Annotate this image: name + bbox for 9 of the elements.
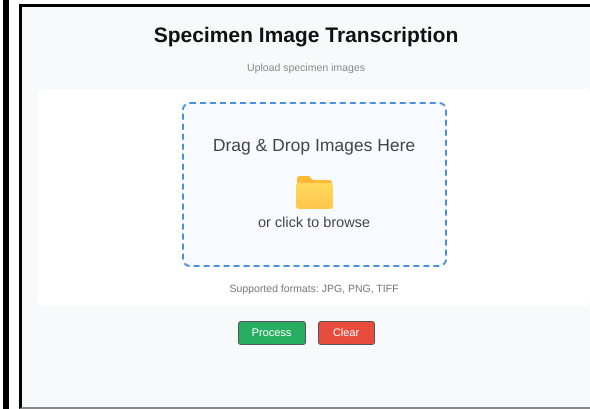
subtitle: Upload specimen images [247, 61, 365, 76]
browse-hint: or click to browse [258, 214, 370, 234]
drop-heading: Drag & Drop Images Here [212, 134, 416, 157]
drop-zone[interactable]: Drag & Drop Images Here or click to browse [182, 102, 446, 267]
folder-icon [296, 176, 332, 210]
formats-note: Supported formats: JPG, PNG, TIFF [229, 282, 399, 297]
process-button[interactable]: Process [238, 320, 306, 346]
page-title: Specimen Image Transcription [154, 23, 458, 48]
clear-button[interactable]: Clear [318, 320, 374, 346]
